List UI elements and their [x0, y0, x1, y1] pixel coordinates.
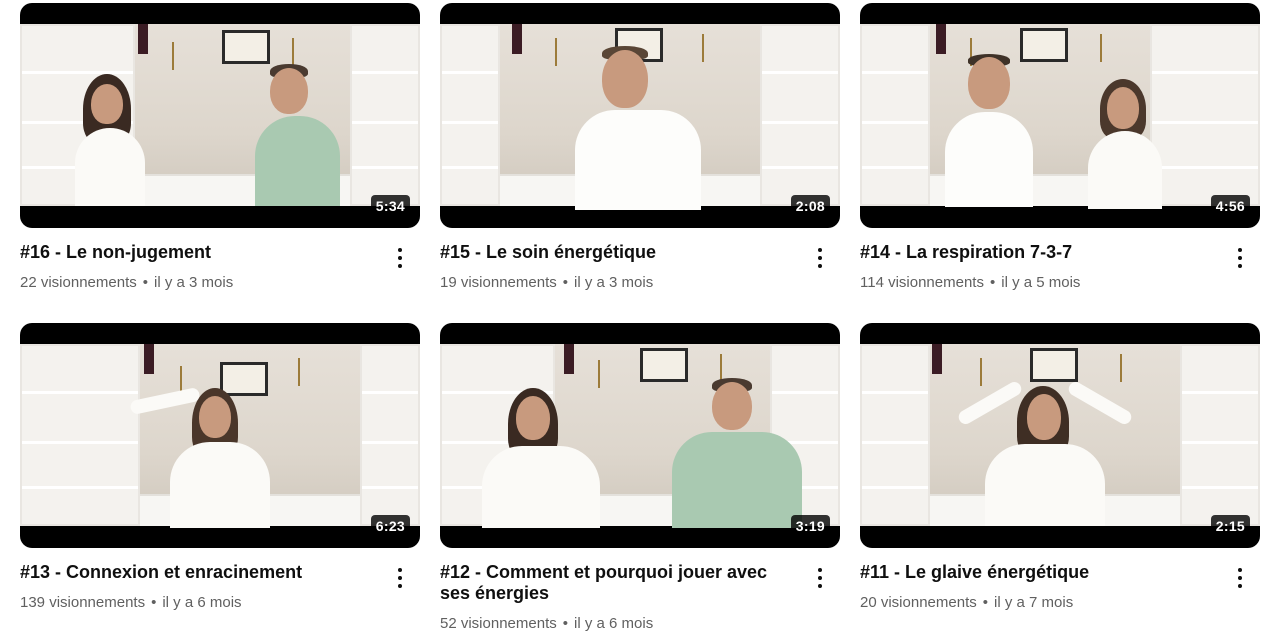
video-details: #15 - Le soin énergétique 19 visionnemen… [440, 228, 840, 291]
thumbnail-image [860, 24, 1260, 209]
video-details: #12 - Comment et pourquoi jouer avec ses… [440, 548, 840, 632]
thumbnail-image [440, 344, 840, 528]
thumbnail-image [860, 344, 1260, 526]
video-card[interactable]: 6:23 #13 - Connexion et enracinement 139… [20, 323, 420, 611]
video-title[interactable]: #12 - Comment et pourquoi jouer avec ses… [440, 562, 800, 604]
separator-dot: • [142, 274, 148, 291]
video-duration: 6:23 [370, 515, 410, 537]
thumbnail-image [20, 24, 420, 206]
view-count: 19 visionnements [440, 274, 557, 291]
thumbnail-image [440, 24, 840, 210]
video-stats: 114 visionnements • il y a 5 mois [860, 274, 1220, 291]
more-vert-icon[interactable] [1230, 566, 1250, 590]
view-count: 52 visionnements [440, 615, 557, 632]
video-details: #13 - Connexion et enracinement 139 visi… [20, 548, 420, 611]
video-title[interactable]: #11 - Le glaive énergétique [860, 562, 1220, 583]
more-vert-icon[interactable] [390, 566, 410, 590]
more-vert-icon[interactable] [810, 566, 830, 590]
video-thumbnail[interactable]: 4:56 [860, 3, 1260, 228]
video-card[interactable]: 2:15 #11 - Le glaive énergétique 20 visi… [860, 323, 1260, 611]
video-duration: 2:15 [1210, 515, 1250, 537]
video-thumbnail[interactable]: 6:23 [20, 323, 420, 548]
video-duration: 4:56 [1210, 195, 1250, 217]
upload-age: il y a 6 mois [574, 615, 654, 632]
video-grid: 5:34 #16 - Le non-jugement 22 visionneme… [0, 0, 1280, 638]
video-title[interactable]: #14 - La respiration 7-3-7 [860, 242, 1220, 263]
thumbnail-image [20, 344, 420, 528]
video-stats: 19 visionnements • il y a 3 mois [440, 274, 800, 291]
separator-dot: • [151, 594, 157, 611]
more-vert-icon[interactable] [390, 246, 410, 270]
video-details: #16 - Le non-jugement 22 visionnements • i… [20, 228, 420, 291]
video-stats: 22 visionnements • il y a 3 mois [20, 274, 380, 291]
video-details: #14 - La respiration 7-3-7 114 visionnem… [860, 228, 1260, 291]
upload-age: il y a 6 mois [162, 594, 242, 611]
video-duration: 2:08 [790, 195, 830, 217]
video-card[interactable]: 3:19 #12 - Comment et pourquoi jouer ave… [440, 323, 840, 632]
video-title[interactable]: #13 - Connexion et enracinement [20, 562, 380, 583]
video-thumbnail[interactable]: 2:08 [440, 3, 840, 228]
view-count: 139 visionnements [20, 594, 146, 611]
video-thumbnail[interactable]: 3:19 [440, 323, 840, 548]
video-card[interactable]: 5:34 #16 - Le non-jugement 22 visionneme… [20, 3, 420, 291]
video-duration: 3:19 [790, 515, 830, 537]
video-stats: 52 visionnements • il y a 6 mois [440, 615, 800, 632]
video-details: #11 - Le glaive énergétique 20 visionnem… [860, 548, 1260, 611]
video-thumbnail[interactable]: 5:34 [20, 3, 420, 228]
separator-dot: • [562, 615, 568, 632]
more-vert-icon[interactable] [810, 246, 830, 270]
video-stats: 20 visionnements • il y a 7 mois [860, 594, 1220, 611]
upload-age: il y a 7 mois [994, 594, 1074, 611]
video-card[interactable]: 2:08 #15 - Le soin énergétique 19 vision… [440, 3, 840, 291]
video-stats: 139 visionnements • il y a 6 mois [20, 594, 380, 611]
video-duration: 5:34 [370, 195, 410, 217]
more-vert-icon[interactable] [1230, 246, 1250, 270]
view-count: 22 visionnements [20, 274, 137, 291]
video-title[interactable]: #15 - Le soin énergétique [440, 242, 800, 263]
upload-age: il y a 5 mois [1001, 274, 1081, 291]
video-thumbnail[interactable]: 2:15 [860, 323, 1260, 548]
video-title[interactable]: #16 - Le non-jugement [20, 242, 380, 263]
video-card[interactable]: 4:56 #14 - La respiration 7-3-7 114 visi… [860, 3, 1260, 291]
separator-dot: • [982, 594, 988, 611]
separator-dot: • [562, 274, 568, 291]
separator-dot: • [989, 274, 996, 291]
view-count: 20 visionnements [860, 594, 977, 611]
upload-age: il y a 3 mois [574, 274, 654, 291]
upload-age: il y a 3 mois [154, 274, 234, 291]
view-count: 114 visionnements [860, 274, 984, 291]
